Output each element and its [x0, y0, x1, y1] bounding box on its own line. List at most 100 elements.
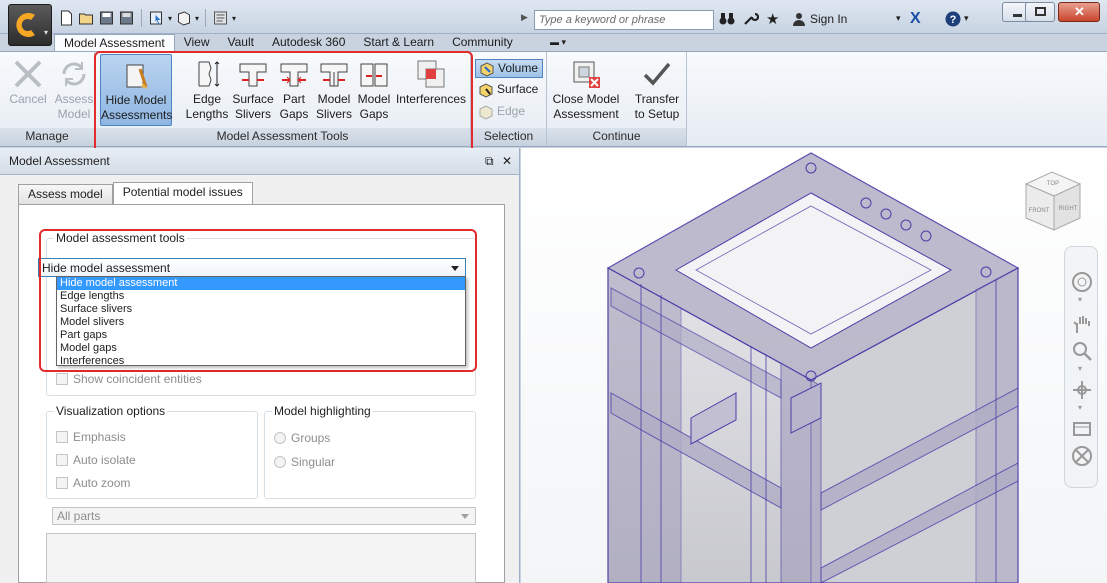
model-gaps-label-2: Gaps	[359, 107, 389, 121]
parts-filter-value: All parts	[57, 509, 101, 523]
model-gaps-icon	[360, 63, 388, 87]
auto-isolate-checkbox[interactable]: Auto isolate	[56, 453, 136, 467]
edge-icon	[479, 105, 493, 120]
dropdown-option[interactable]: Model slivers	[57, 316, 465, 329]
cancel-label: Cancel	[9, 92, 47, 106]
chevron-down-icon[interactable]: ▾	[1078, 364, 1082, 373]
volume-icon	[480, 62, 494, 77]
expand-search-icon[interactable]: ▶	[521, 12, 528, 23]
radio-circle	[274, 432, 286, 444]
part-gaps-button[interactable]: Part Gaps	[275, 54, 313, 126]
volume-selection-button[interactable]: Volume	[475, 59, 543, 78]
surface-label-2: Slivers	[234, 107, 271, 121]
interferences-label: Interferences	[395, 92, 467, 106]
pan-hand-icon[interactable]	[1071, 313, 1093, 335]
exchange-x-icon[interactable]: X	[910, 10, 921, 27]
groups-radio[interactable]: Groups	[274, 431, 330, 445]
save-all-icon[interactable]	[118, 10, 135, 26]
tab-assess-model[interactable]: Assess model	[18, 184, 113, 205]
tab-vault[interactable]: Vault	[219, 34, 263, 52]
auto-isolate-label: Auto isolate	[73, 453, 136, 467]
maximize-button[interactable]	[1025, 2, 1055, 22]
tab-community[interactable]: Community	[443, 34, 522, 52]
edge-selection-button[interactable]: Edge	[475, 103, 543, 122]
show-coincident-checkbox[interactable]: Show coincident entities	[56, 372, 202, 386]
application-menu-button[interactable]: ▾	[8, 4, 52, 46]
hide-model-assessments-button[interactable]: Hide Model Assessments	[100, 54, 172, 126]
sign-in-button[interactable]: Sign In	[792, 12, 847, 26]
assess-model-button[interactable]: Assess Model	[52, 54, 96, 126]
orbit-icon[interactable]	[1071, 379, 1093, 401]
panel-title-selection: Selection	[471, 128, 546, 146]
steering-wheel-icon[interactable]	[1071, 271, 1093, 293]
zoom-icon[interactable]	[1071, 340, 1093, 362]
star-icon[interactable]: ★	[766, 11, 779, 28]
tab-model-assessment[interactable]: Model Assessment	[54, 34, 175, 52]
parts-filter-select[interactable]: All parts	[52, 507, 476, 525]
transfer-to-setup-button[interactable]: Transfer to Setup	[631, 54, 683, 126]
hide-label-1: Hide Model	[105, 93, 167, 107]
dropdown-option[interactable]: Hide model assessment	[57, 277, 465, 290]
chevron-down-icon[interactable]: ▾	[896, 13, 901, 24]
viewcube[interactable]: TOP FRONT RIGHT	[1022, 168, 1084, 234]
ribbon-options-icon[interactable]: ▬ ▾	[550, 37, 566, 48]
tools-select-value: Hide model assessment	[42, 261, 171, 275]
tools-select[interactable]: Hide model assessment	[38, 258, 466, 277]
auto-zoom-checkbox[interactable]: Auto zoom	[56, 476, 130, 490]
checkbox-box	[56, 431, 68, 443]
open-icon[interactable]	[78, 10, 95, 26]
help-icon[interactable]: ?	[945, 11, 961, 27]
cancel-button[interactable]: Cancel	[8, 54, 48, 126]
properties-icon[interactable]	[212, 10, 229, 26]
close-assessment-label-2: Assessment	[553, 107, 619, 121]
new-icon[interactable]	[58, 10, 75, 26]
dropdown-option[interactable]: Model gaps	[57, 342, 465, 355]
look-at-icon[interactable]	[1071, 417, 1093, 439]
panel-title-bar: Model Assessment ⧉ ✕	[0, 148, 519, 175]
full-navigation-wheel-icon[interactable]	[1071, 445, 1093, 467]
edge-lengths-button[interactable]: Edge Lengths	[184, 54, 230, 126]
chevron-down-icon[interactable]: ▾	[232, 14, 236, 23]
model-gaps-button[interactable]: Model Gaps	[354, 54, 394, 126]
title-bar: ▾ ▾ ▾ ▶ Type a keyword or phrase ★ Sign …	[0, 0, 1107, 34]
save-icon[interactable]	[98, 10, 115, 26]
auto-zoom-label: Auto zoom	[73, 476, 131, 490]
surface-selection-button[interactable]: Surface	[475, 81, 543, 100]
tab-autodesk-360[interactable]: Autodesk 360	[263, 34, 354, 52]
emphasis-checkbox[interactable]: Emphasis	[56, 430, 126, 444]
panel-continue: Close Model Assessment Transfer to Setup…	[547, 52, 687, 146]
surface-slivers-button[interactable]: Surface Slivers	[231, 54, 275, 126]
chevron-down-icon[interactable]: ▾	[1078, 403, 1082, 412]
dropdown-option[interactable]: Edge lengths	[57, 290, 465, 303]
float-panel-icon[interactable]: ⧉	[485, 148, 494, 175]
close-window-button[interactable]: ✕	[1058, 2, 1100, 22]
model-gaps-label-1: Model	[357, 92, 391, 106]
edge-label-2: Lengths	[185, 107, 229, 121]
graphics-viewport[interactable]	[521, 148, 1107, 583]
dropdown-option[interactable]: Surface slivers	[57, 303, 465, 316]
chevron-down-icon[interactable]: ▾	[964, 13, 969, 24]
close-assessment-label-1: Close Model	[552, 92, 620, 106]
tab-view[interactable]: View	[175, 34, 219, 52]
tab-start-learn[interactable]: Start & Learn	[354, 34, 443, 52]
singular-radio[interactable]: Singular	[274, 455, 335, 469]
interferences-button[interactable]: Interferences	[395, 54, 467, 126]
chevron-down-icon[interactable]: ▾	[168, 14, 172, 23]
chevron-down-icon[interactable]: ▾	[195, 14, 199, 23]
svg-text:?: ?	[950, 14, 957, 26]
results-list[interactable]	[46, 533, 476, 583]
tab-potential-model-issues[interactable]: Potential model issues	[112, 182, 253, 206]
close-model-assessment-button[interactable]: Close Model Assessment	[549, 54, 623, 126]
model-slivers-button[interactable]: Model Slivers	[314, 54, 354, 126]
search-input[interactable]: Type a keyword or phrase	[534, 10, 714, 30]
select-icon[interactable]	[148, 10, 165, 26]
chevron-down-icon[interactable]: ▾	[1078, 295, 1082, 304]
checkbox-box	[56, 373, 68, 385]
wrench-icon[interactable]	[743, 11, 759, 27]
close-panel-icon[interactable]: ✕	[502, 148, 512, 175]
tools-group-label: Model assessment tools	[54, 231, 187, 245]
appearance-icon[interactable]	[175, 10, 192, 26]
binoculars-icon[interactable]	[719, 11, 735, 27]
dropdown-option[interactable]: Interferences	[57, 355, 465, 368]
dropdown-option[interactable]: Part gaps	[57, 329, 465, 342]
